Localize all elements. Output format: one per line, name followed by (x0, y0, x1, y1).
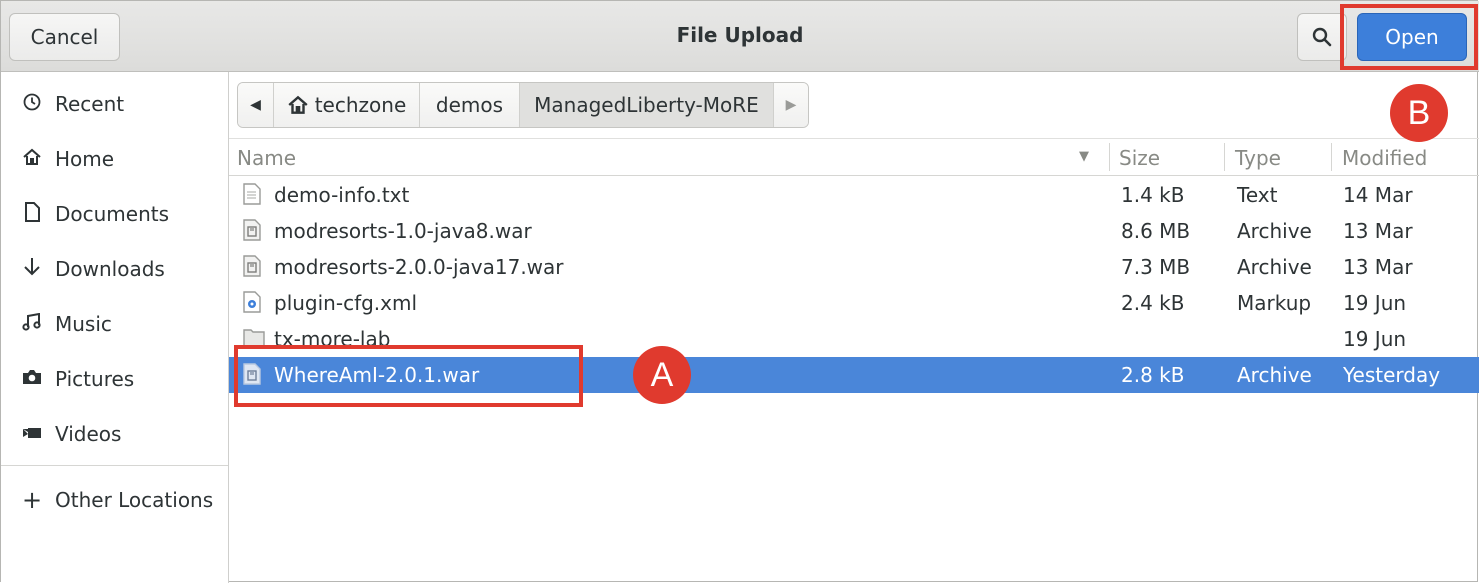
sidebar-item-label: Other Locations (55, 488, 214, 512)
home-icon (21, 148, 43, 171)
sidebar-item-pictures[interactable]: Pictures (1, 359, 228, 399)
annotation-badge-a: A (633, 346, 691, 404)
chevron-left-icon: ◀ (250, 97, 261, 113)
sidebar-item-home[interactable]: Home (1, 139, 228, 179)
file-modified: 14 Mar (1343, 183, 1413, 207)
download-icon (21, 257, 43, 282)
document-icon (21, 201, 43, 227)
column-name[interactable]: Name (237, 146, 296, 170)
path-segment-current[interactable]: ManagedLiberty-MoRE (520, 83, 774, 127)
path-segment-label: demos (435, 93, 504, 117)
file-name: modresorts-1.0-java8.war (274, 219, 532, 243)
file-type: Archive (1237, 363, 1312, 387)
file-type: Archive (1237, 255, 1312, 279)
file-modified: 13 Mar (1343, 219, 1413, 243)
file-size: 2.4 kB (1121, 291, 1185, 315)
path-segment-label: techzone (314, 93, 407, 117)
sidebar-item-label: Pictures (55, 367, 135, 391)
chevron-right-icon: ▶ (785, 97, 797, 113)
places-sidebar: Recent Home Documents Downloads Music Pi… (1, 72, 229, 583)
text-file-icon (243, 183, 261, 205)
column-type[interactable]: Type (1235, 146, 1281, 170)
file-type: Markup (1237, 291, 1312, 315)
file-size: 1.4 kB (1121, 183, 1185, 207)
path-bar: ◀ techzone demos ManagedLiberty-MoRE ▶ (237, 82, 809, 128)
home-icon (288, 95, 308, 114)
file-modified: 19 Jun (1343, 327, 1407, 351)
header-bar: Cancel File Upload Open (1, 1, 1479, 72)
file-name: modresorts-2.0.0-java17.war (274, 255, 564, 279)
plus-icon: + (21, 486, 43, 514)
file-size: 7.3 MB (1121, 255, 1191, 279)
dialog-title: File Upload (676, 23, 804, 47)
file-row[interactable]: modresorts-1.0-java8.war 8.6 MB Archive … (229, 213, 1479, 249)
path-segment-techzone[interactable]: techzone (274, 83, 420, 127)
file-name: demo-info.txt (274, 183, 410, 207)
file-list-header: Name ▼ Size Type Modified (229, 138, 1479, 176)
sidebar-item-label: Music (55, 312, 112, 336)
sidebar-item-videos[interactable]: Videos (1, 414, 228, 454)
file-size: 2.8 kB (1121, 363, 1185, 387)
sort-descending-icon[interactable]: ▼ (1079, 149, 1089, 164)
file-name: plugin-cfg.xml (274, 291, 418, 315)
camera-icon (21, 369, 43, 390)
sidebar-item-downloads[interactable]: Downloads (1, 249, 228, 289)
sidebar-item-label: Home (55, 147, 115, 171)
column-size[interactable]: Size (1119, 146, 1160, 170)
annotation-box-b (1340, 4, 1478, 70)
file-row[interactable]: modresorts-2.0.0-java17.war 7.3 MB Archi… (229, 249, 1479, 285)
file-upload-dialog: Cancel File Upload Open Recent Home Docu… (0, 0, 1479, 583)
file-row[interactable]: demo-info.txt 1.4 kB Text 14 Mar (229, 177, 1479, 213)
path-forward-button[interactable]: ▶ (774, 83, 808, 127)
markup-file-icon (243, 291, 261, 313)
file-modified: Yesterday (1343, 363, 1441, 387)
path-segment-label: ManagedLiberty-MoRE (534, 93, 759, 117)
sidebar-item-other-locations[interactable]: + Other Locations (1, 480, 228, 520)
sidebar-item-label: Recent (55, 92, 125, 116)
sidebar-item-music[interactable]: Music (1, 304, 228, 344)
file-modified: 19 Jun (1343, 291, 1407, 315)
sidebar-item-documents[interactable]: Documents (1, 194, 228, 234)
file-type: Archive (1237, 219, 1312, 243)
sidebar-divider (1, 465, 228, 466)
file-type: Text (1237, 183, 1278, 207)
video-icon (21, 424, 43, 445)
sidebar-item-label: Documents (55, 202, 170, 226)
archive-icon (243, 255, 261, 277)
file-size: 8.6 MB (1121, 219, 1191, 243)
annotation-box-a (234, 345, 583, 407)
column-modified[interactable]: Modified (1342, 146, 1427, 170)
sidebar-item-label: Videos (55, 422, 122, 446)
sidebar-item-recent[interactable]: Recent (1, 84, 228, 124)
music-icon (21, 312, 43, 336)
sidebar-item-label: Downloads (55, 257, 165, 281)
archive-icon (243, 219, 261, 241)
clock-icon (21, 93, 43, 116)
annotation-badge-b: B (1390, 84, 1448, 142)
file-row[interactable]: plugin-cfg.xml 2.4 kB Markup 19 Jun (229, 285, 1479, 321)
file-modified: 13 Mar (1343, 255, 1413, 279)
path-segment-demos[interactable]: demos (420, 83, 520, 127)
path-back-button[interactable]: ◀ (238, 83, 274, 127)
search-icon (1312, 27, 1332, 47)
